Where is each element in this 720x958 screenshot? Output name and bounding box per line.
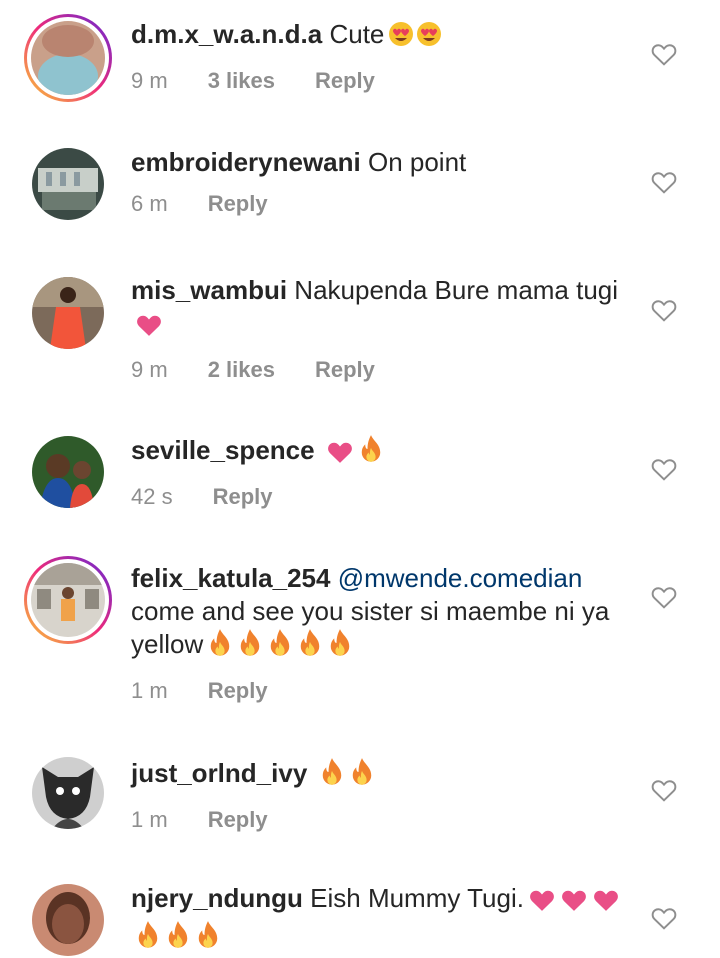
fire-icon <box>327 628 353 666</box>
reply-button[interactable]: Reply <box>315 64 375 97</box>
comment-time: 42 s <box>131 484 173 509</box>
comment-time: 1 m <box>131 807 168 832</box>
like-heart-icon[interactable] <box>651 906 677 930</box>
comment-text: On point <box>367 147 467 177</box>
avatar[interactable] <box>32 884 104 956</box>
like-heart-icon[interactable] <box>651 457 677 481</box>
fire-icon <box>237 628 263 666</box>
comment-username[interactable]: just_orlnd_ivy <box>131 758 307 788</box>
pink-heart-icon <box>592 887 620 920</box>
comment-time: 1 m <box>131 678 168 703</box>
comment-likes[interactable]: 2 likes <box>208 353 275 386</box>
comment-text: come and see you sister si maembe ni ya … <box>131 596 610 659</box>
avatar[interactable] <box>24 556 112 644</box>
comment-text: Eish Mummy Tugi. <box>310 883 524 913</box>
reply-button[interactable]: Reply <box>315 353 375 386</box>
fire-icon <box>165 920 191 958</box>
like-heart-icon[interactable] <box>651 170 677 194</box>
like-heart-icon[interactable] <box>651 298 677 322</box>
comment-username[interactable]: mis_wambui <box>131 275 287 305</box>
fire-icon <box>358 434 384 472</box>
comment-likes[interactable]: 3 likes <box>208 64 275 97</box>
like-heart-icon[interactable] <box>651 585 677 609</box>
avatar[interactable] <box>24 14 112 102</box>
fire-icon <box>207 628 233 666</box>
comment-username[interactable]: embroiderynewani <box>131 147 361 177</box>
comment-time: 9 m <box>131 68 168 93</box>
reply-button[interactable]: Reply <box>208 803 268 836</box>
pink-heart-icon <box>135 312 163 345</box>
comment-username[interactable]: felix_katula_254 <box>131 563 330 593</box>
mention-link[interactable]: @mwende.comedian <box>338 563 583 593</box>
reply-button[interactable]: Reply <box>208 674 268 707</box>
comment-time: 9 m <box>131 357 168 382</box>
reply-button[interactable]: Reply <box>213 480 273 513</box>
reply-button[interactable]: Reply <box>208 187 268 220</box>
fire-icon <box>319 757 345 795</box>
fire-icon <box>195 920 221 958</box>
comment-username[interactable]: d.m.x_w.a.n.d.a <box>131 19 322 49</box>
pink-heart-icon <box>528 887 556 920</box>
avatar[interactable] <box>32 148 104 220</box>
comment-time: 6 m <box>131 191 168 216</box>
avatar[interactable] <box>32 436 104 508</box>
fire-icon <box>135 920 161 958</box>
pink-heart-icon <box>326 439 354 472</box>
heart-eyes-icon <box>388 20 444 56</box>
comment-username[interactable]: seville_spence <box>131 435 315 465</box>
fire-icon <box>349 757 375 795</box>
like-heart-icon[interactable] <box>651 778 677 802</box>
comment-text: Cute <box>329 19 385 49</box>
pink-heart-icon <box>560 887 588 920</box>
comment-username[interactable]: njery_ndungu <box>131 883 303 913</box>
avatar[interactable] <box>32 277 104 349</box>
avatar[interactable] <box>32 757 104 829</box>
fire-icon <box>267 628 293 666</box>
fire-icon <box>297 628 323 666</box>
like-heart-icon[interactable] <box>651 42 677 66</box>
comment-text: Nakupenda Bure mama tugi <box>294 275 619 305</box>
